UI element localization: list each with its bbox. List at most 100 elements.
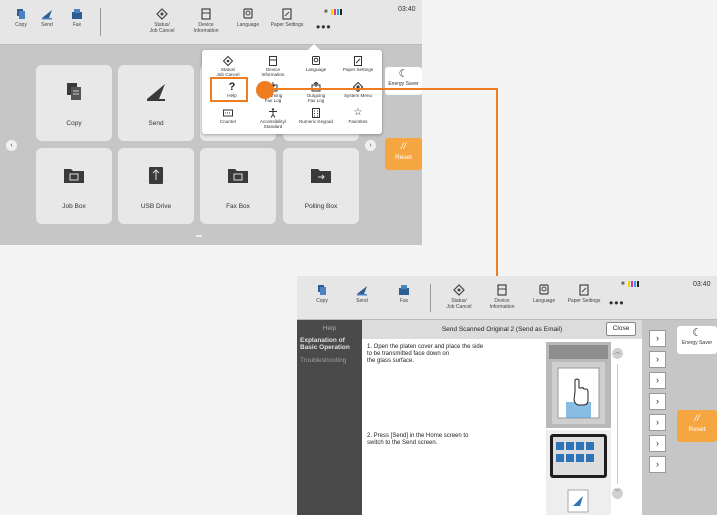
outgoing-fax-log-icon: [311, 82, 321, 92]
status-icon: [453, 284, 465, 296]
page-indicator: [196, 235, 202, 237]
toolbar-paper-settings-button[interactable]: Paper Settings: [266, 4, 308, 28]
language-icon: [312, 56, 320, 65]
moon-icon: ☾: [398, 68, 409, 80]
toolbar-language-button[interactable]: Language: [227, 4, 269, 28]
toolbar-device-info-button[interactable]: Device Information: [185, 4, 227, 34]
help-screen-panel: Copy Send Fax Status/ Job Cancel Device …: [297, 276, 717, 515]
copy-icon: [67, 83, 81, 100]
scroll-up-button[interactable]: ︿: [612, 348, 623, 359]
tap-indicator: [256, 81, 274, 99]
menu-device-info[interactable]: Device Information: [253, 56, 293, 77]
energy-saver-button[interactable]: ☾ Energy Saver: [677, 326, 717, 354]
help-step-1: 1. Open the platen cover and place the s…: [367, 344, 484, 364]
shortcut-button[interactable]: ›: [649, 414, 666, 431]
energy-saver-button[interactable]: ☾ Energy Saver: [385, 67, 422, 95]
toolbar-status-button[interactable]: Status/ Job Cancel: [141, 4, 183, 34]
more-menu-button[interactable]: •••: [609, 296, 625, 310]
toner-level-indicator: ■: [621, 281, 639, 287]
tile-job-box[interactable]: Job Box: [36, 148, 112, 224]
fax-icon: [72, 9, 82, 19]
toner-level-indicator: ■: [324, 9, 342, 15]
scrollbar-track[interactable]: [617, 364, 618, 484]
reset-icon: //: [400, 141, 406, 151]
page-left-button[interactable]: ‹: [6, 140, 17, 151]
toolbar-paper-settings-button[interactable]: Paper Settings: [563, 280, 605, 304]
device-info-icon: [201, 8, 211, 20]
top-toolbar: Copy Send Fax Status/ Job Cancel Device …: [0, 0, 422, 45]
device-info-icon: [497, 284, 507, 296]
help-step-2: 2. Press [Send] in the Home screen to sw…: [367, 433, 469, 446]
send-icon: [42, 10, 52, 20]
language-icon: [539, 284, 549, 295]
menu-counter[interactable]: Counter: [208, 108, 248, 124]
right-shortcut-column: › › › › › › ›: [643, 320, 673, 515]
fax-icon: [399, 285, 409, 295]
home-screen-illustration: [546, 430, 611, 515]
shortcut-button[interactable]: ›: [649, 351, 666, 368]
send-icon: [147, 84, 165, 101]
help-content: Send Scanned Original 2 (Send as Email) …: [362, 320, 642, 515]
shortcut-button[interactable]: ›: [649, 372, 666, 389]
tile-fax-box[interactable]: Fax Box: [200, 148, 276, 224]
page-right-button[interactable]: ›: [365, 140, 376, 151]
status-icon: [156, 8, 168, 20]
shortcut-button[interactable]: ›: [649, 393, 666, 410]
connector-line-horizontal: [272, 88, 498, 90]
menu-accessibility[interactable]: Accessibility/ Standard: [253, 108, 293, 129]
toolbar-copy-button[interactable]: Copy: [301, 280, 343, 304]
toolbar-send-button[interactable]: Send: [341, 280, 383, 304]
more-menu-button[interactable]: •••: [316, 20, 332, 34]
reset-button[interactable]: // Reset: [677, 410, 717, 442]
home-screen-panel: Copy Send Fax Status/ Job Cancel Device …: [0, 0, 422, 245]
paper-settings-icon: [282, 8, 292, 20]
menu-language[interactable]: Language: [296, 56, 336, 72]
language-icon: [243, 8, 253, 19]
menu-outgoing-fax-log[interactable]: Outgoing Fax Log: [296, 82, 336, 103]
moon-icon: ☾: [692, 327, 702, 339]
usb-drive-icon: [149, 167, 163, 184]
help-nav-troubleshooting[interactable]: Troubleshooting: [300, 357, 346, 364]
toolbar-fax-button[interactable]: Fax: [56, 4, 98, 28]
device-info-icon: [269, 56, 277, 66]
platen-illustration: [546, 342, 611, 428]
clock-display: 03:40: [398, 6, 416, 13]
status-icon: [223, 56, 233, 66]
help-title: Send Scanned Original 2 (Send as Email): [362, 320, 642, 339]
shortcut-button[interactable]: ›: [649, 330, 666, 347]
toolbar-divider: [430, 284, 431, 312]
scroll-down-button[interactable]: ﹀: [612, 488, 623, 499]
fax-box-icon: [228, 169, 248, 183]
shortcut-button[interactable]: ›: [649, 435, 666, 452]
tile-polling-box[interactable]: Polling Box: [283, 148, 359, 224]
toolbar-device-info-button[interactable]: Device Information: [481, 280, 523, 310]
send-icon: [357, 286, 367, 296]
tile-send[interactable]: Send: [118, 65, 194, 141]
counter-icon: [223, 109, 233, 117]
menu-system-menu[interactable]: System Menu: [338, 82, 378, 98]
polling-box-icon: [311, 169, 331, 183]
tile-usb-drive[interactable]: USB Drive: [118, 148, 194, 224]
favorites-icon: ☆: [353, 107, 363, 118]
reset-button[interactable]: // Reset: [385, 138, 422, 170]
numeric-keypad-icon: [312, 108, 320, 118]
toolbar-fax-button[interactable]: Fax: [383, 280, 425, 304]
clock-display: 03:40: [693, 281, 711, 288]
toolbar-divider: [100, 8, 101, 36]
connector-line-vertical: [496, 88, 498, 278]
menu-favorites[interactable]: ☆ Favorites: [338, 107, 378, 125]
toolbar-status-button[interactable]: Status/ Job Cancel: [438, 280, 480, 310]
paper-settings-icon: [354, 56, 362, 66]
menu-numeric-keypad[interactable]: Numeric Keypad: [296, 108, 336, 124]
toolbar-language-button[interactable]: Language: [523, 280, 565, 304]
tile-copy[interactable]: Copy: [36, 65, 112, 141]
job-box-icon: [64, 169, 84, 183]
help-nav-basic-operation[interactable]: Explanation of Basic Operation: [300, 337, 350, 351]
top-toolbar: Copy Send Fax Status/ Job Cancel Device …: [297, 276, 717, 320]
menu-paper-settings[interactable]: Paper Settings: [338, 56, 378, 72]
close-button[interactable]: Close: [606, 322, 636, 336]
shortcut-button[interactable]: ›: [649, 456, 666, 473]
menu-status[interactable]: Status/ Job Cancel: [208, 56, 248, 77]
help-sidebar-title: Help: [322, 325, 337, 332]
paper-settings-icon: [579, 284, 589, 296]
